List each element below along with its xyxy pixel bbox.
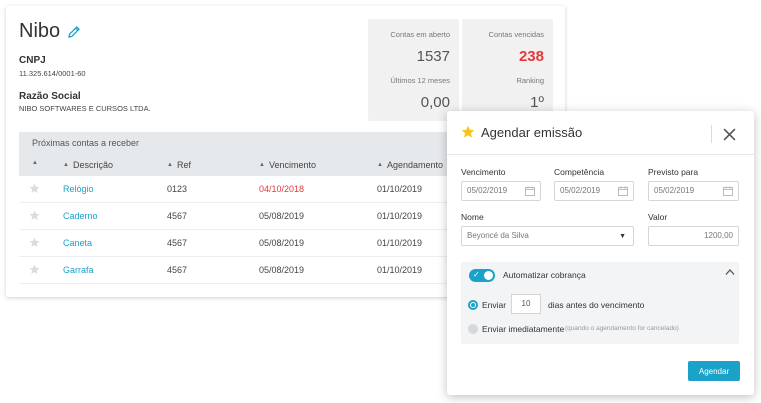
previsto-label: Previsto para: [648, 167, 699, 177]
previsto-date-input[interactable]: 05/02/2019: [648, 181, 739, 201]
row-descricao-link[interactable]: Caderno: [63, 211, 98, 221]
header-divider: [711, 125, 712, 143]
cnpj-label: CNPJ: [19, 55, 46, 66]
agendar-emissao-modal: Agendar emissão Vencimento 05/02/2019 Co…: [447, 111, 754, 395]
company-name: Nibo: [19, 20, 61, 42]
enviar-label: Enviar: [482, 300, 507, 310]
dias-antes-input[interactable]: 10: [511, 294, 541, 314]
calendar-icon[interactable]: [525, 186, 535, 196]
chevron-up-icon[interactable]: [725, 268, 735, 276]
header-divider: [447, 154, 754, 155]
star-icon[interactable]: [29, 237, 40, 248]
valor-input[interactable]: 1200,00: [648, 226, 739, 246]
check-icon: ✓: [473, 270, 480, 279]
enviar-radio[interactable]: [468, 300, 478, 310]
row-vencimento: 04/10/2018: [259, 184, 305, 194]
row-vencimento: 05/08/2019: [259, 238, 305, 248]
sort-caret-icon: ▲: [167, 162, 173, 168]
star-icon[interactable]: [29, 210, 40, 221]
row-agendamento: 01/10/2019: [377, 238, 423, 248]
star-icon: [461, 125, 475, 138]
automatizar-toggle[interactable]: ✓: [469, 269, 495, 282]
vencimento-label: Vencimento: [461, 167, 506, 177]
sort-caret-icon: ▲: [259, 162, 265, 168]
row-ref: 0123: [167, 184, 188, 194]
sort-caret-icon: ▲: [32, 160, 38, 166]
row-agendamento: 01/10/2019: [377, 211, 423, 221]
enviar-imediatamente-hint: (quando o agendamento for cancelado): [565, 325, 679, 332]
column-header-label: Descrição: [72, 160, 113, 170]
vencimento-value: 05/02/2019: [467, 186, 508, 195]
nome-value: Beyoncé da Silva: [467, 231, 529, 240]
modal-title: Agendar emissão: [481, 125, 583, 140]
razao-social-label: Razão Social: [19, 91, 81, 102]
sort-star-header[interactable]: ▲: [32, 160, 42, 166]
competencia-label: Competência: [554, 167, 605, 177]
stat-value: 1º: [530, 94, 544, 111]
stat-label: Últimos 12 meses: [390, 76, 450, 85]
sort-caret-icon: ▲: [377, 162, 383, 168]
sort-caret-icon: ▲: [63, 162, 69, 168]
enviar-imediatamente-radio[interactable]: [468, 324, 478, 334]
agendar-button[interactable]: Agendar: [688, 361, 740, 381]
competencia-date-input[interactable]: 05/02/2019: [554, 181, 634, 201]
stat-label: Ranking: [516, 76, 544, 85]
calendar-icon[interactable]: [723, 186, 733, 196]
dias-antes-value: 10: [521, 299, 531, 308]
row-descricao-link[interactable]: Garrafa: [63, 265, 94, 275]
column-header-vencimento[interactable]: ▲ Vencimento: [259, 160, 316, 170]
pencil-icon[interactable]: [67, 25, 81, 39]
stat-ultimos-12-meses: Últimos 12 meses 0,00: [368, 65, 459, 121]
nome-select[interactable]: Beyoncé da Silva ▼: [461, 226, 634, 246]
column-header-descricao[interactable]: ▲ Descrição: [63, 160, 113, 170]
row-vencimento: 05/08/2019: [259, 265, 305, 275]
row-agendamento: 01/10/2019: [377, 265, 423, 275]
competencia-value: 05/02/2019: [560, 186, 601, 195]
valor-label: Valor: [648, 212, 668, 222]
dropdown-arrow-icon: ▼: [619, 233, 626, 240]
automatizar-cobranca-panel: ✓ Automatizar cobrança Enviar 10 dias an…: [461, 262, 739, 344]
row-ref: 4567: [167, 211, 188, 221]
star-icon[interactable]: [29, 183, 40, 194]
star-icon[interactable]: [29, 264, 40, 275]
valor-value: 1200,00: [704, 231, 733, 240]
column-header-label: Vencimento: [268, 160, 316, 170]
row-descricao-link[interactable]: Relógio: [63, 184, 94, 194]
row-ref: 4567: [167, 238, 188, 248]
column-header-label: Agendamento: [386, 160, 443, 170]
close-icon[interactable]: [723, 128, 736, 141]
stat-label: Contas vencidas: [488, 30, 544, 39]
cnpj-value: 11.325.614/0001-60: [19, 69, 86, 78]
column-header-ref[interactable]: ▲ Ref: [167, 160, 191, 170]
razao-social-value: NIBO SOFTWARES E CURSOS LTDA.: [19, 104, 151, 113]
stat-value: 238: [518, 48, 544, 65]
stat-value: 0,00: [420, 94, 450, 111]
enviar-imediatamente-label: Enviar imediatamente: [482, 324, 565, 334]
nome-label: Nome: [461, 212, 484, 222]
calendar-icon[interactable]: [618, 186, 628, 196]
row-vencimento: 05/08/2019: [259, 211, 305, 221]
previsto-value: 05/02/2019: [654, 186, 695, 195]
row-ref: 4567: [167, 265, 188, 275]
column-header-agendamento[interactable]: ▲ Agendamento: [377, 160, 443, 170]
company-title: Nibo: [19, 20, 81, 43]
stat-value: 1537: [416, 48, 450, 65]
stat-label: Contas em aberto: [390, 30, 450, 39]
dias-antes-suffix: dias antes do vencimento: [548, 300, 645, 310]
row-agendamento: 01/10/2019: [377, 184, 423, 194]
row-descricao-link[interactable]: Caneta: [63, 238, 92, 248]
automatizar-label: Automatizar cobrança: [503, 270, 586, 280]
vencimento-date-input[interactable]: 05/02/2019: [461, 181, 541, 201]
column-header-label: Ref: [176, 160, 191, 170]
